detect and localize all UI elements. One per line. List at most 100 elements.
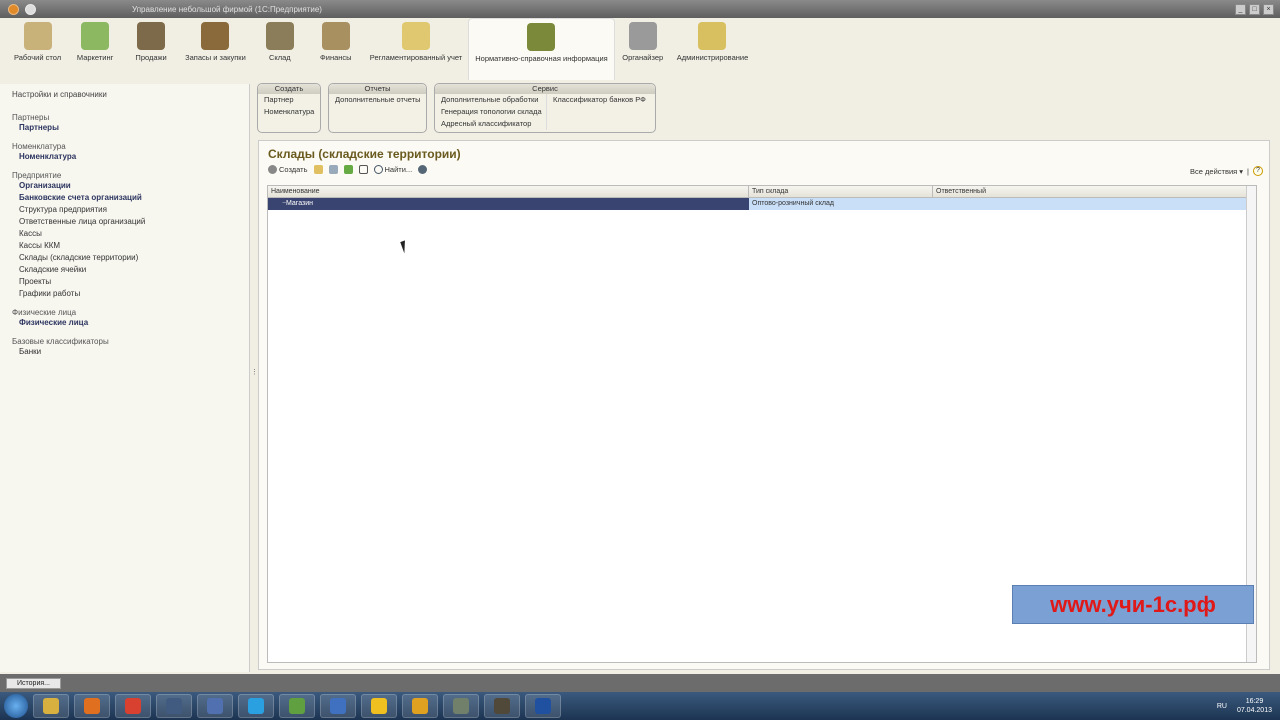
nav-item[interactable]: Банки: [12, 346, 237, 358]
nav-item[interactable]: Организации: [12, 180, 237, 192]
taskbar-app-10[interactable]: [443, 694, 479, 718]
cmd-bank-classifier[interactable]: Классификатор банков РФ: [547, 94, 646, 106]
taskbar-app-12[interactable]: [525, 694, 561, 718]
app-icon: [330, 698, 346, 714]
group-create: Создать Партнер Номенклатура: [257, 83, 321, 133]
clock[interactable]: 16:29 07.04.2013: [1237, 697, 1272, 715]
section-label: Рабочий стол: [14, 53, 62, 62]
start-button[interactable]: [4, 694, 28, 718]
section-label: Склад: [268, 53, 291, 62]
taskbar-app-11[interactable]: [484, 694, 520, 718]
minimize-button[interactable]: _: [1235, 3, 1246, 15]
section-9[interactable]: Администрирование: [671, 18, 755, 80]
close-button[interactable]: ×: [1263, 3, 1274, 15]
nav-item[interactable]: Ответственные лица организаций: [12, 216, 237, 228]
app-logo-icon[interactable]: [8, 3, 19, 15]
taskbar-app-3[interactable]: [156, 694, 192, 718]
cmd-address-classifier[interactable]: Адресный классификатор: [435, 118, 546, 130]
cmd-additional-processing[interactable]: Дополнительные обработки: [435, 94, 546, 106]
section-4[interactable]: Склад: [252, 18, 308, 80]
section-3[interactable]: Запасы и закупки: [179, 18, 252, 80]
taskbar-app-4[interactable]: [197, 694, 233, 718]
nav-group-title: Предприятие: [12, 171, 62, 180]
section-label: Администрирование: [676, 53, 749, 62]
cmd-warehouse-topology[interactable]: Генерация топологии склада: [435, 106, 546, 118]
app-icon: [248, 698, 264, 714]
menu-icon[interactable]: [25, 3, 36, 15]
time: 16:29: [1245, 698, 1264, 705]
delete-mark-icon[interactable]: [358, 165, 368, 174]
cmd-partner[interactable]: Партнер: [258, 94, 320, 106]
app-icon: [207, 698, 223, 714]
taskbar-app-6[interactable]: [279, 694, 315, 718]
nav-group-title: Базовые классификаторы: [12, 337, 109, 346]
taskbar-app-1[interactable]: [74, 694, 110, 718]
taskbar-app-5[interactable]: [238, 694, 274, 718]
group-reports: Отчеты Дополнительные отчеты: [328, 83, 427, 133]
create-folder-icon[interactable]: [313, 165, 323, 174]
section-1[interactable]: Маркетинг: [67, 18, 123, 80]
all-actions: Все действия ▾ | ?: [1190, 166, 1263, 176]
column-responsible[interactable]: Ответственный: [933, 186, 1256, 197]
nav-item[interactable]: Склады (складские территории): [12, 252, 237, 264]
find-button[interactable]: Найти...: [373, 165, 412, 174]
section-label: Продажи: [135, 53, 167, 62]
section-icon: [265, 22, 294, 50]
column-type[interactable]: Тип склада: [749, 186, 933, 197]
table-header: Наименование Тип склада Ответственный: [268, 186, 1256, 198]
cancel-search-icon[interactable]: [418, 165, 428, 174]
group-service: Сервис Дополнительные обработки Генераци…: [434, 83, 656, 133]
nav-item[interactable]: Графики работы: [12, 288, 237, 300]
splitter-handle[interactable]: ⋮: [251, 368, 258, 384]
section-icon: [402, 22, 431, 50]
status-bar: История...: [0, 674, 1280, 692]
nav-item[interactable]: Кассы: [12, 228, 237, 240]
column-name[interactable]: Наименование: [268, 186, 749, 197]
taskbar-app-9[interactable]: [402, 694, 438, 718]
cmd-nomenclature[interactable]: Номенклатура: [258, 106, 320, 118]
section-icon: [321, 22, 350, 50]
nav-item[interactable]: Кассы ККМ: [12, 240, 237, 252]
section-icon: [628, 22, 657, 50]
nav-group-title: Номенклатура: [12, 142, 66, 151]
nav-item[interactable]: Проекты: [12, 276, 237, 288]
cmd-additional-reports[interactable]: Дополнительные отчеты: [329, 94, 426, 106]
nav-item[interactable]: Партнеры: [12, 122, 237, 134]
edit-icon[interactable]: [343, 165, 353, 174]
language-indicator[interactable]: RU: [1217, 703, 1227, 710]
nav-item[interactable]: Структура предприятия: [12, 204, 237, 216]
app-icon: [84, 698, 100, 714]
section-icon: [201, 22, 230, 50]
app-icon: [371, 698, 387, 714]
nav-item[interactable]: Банковские счета организаций: [12, 192, 237, 204]
taskbar-app-0[interactable]: [33, 694, 69, 718]
section-7[interactable]: Нормативно-справочная информация: [468, 18, 615, 80]
cell-type: Оптово-розничный склад: [749, 198, 933, 210]
nav-item[interactable]: Складские ячейки: [12, 264, 237, 276]
taskbar: RU 16:29 07.04.2013: [0, 692, 1280, 720]
group-title: Отчеты: [329, 84, 426, 94]
section-8[interactable]: Органайзер: [615, 18, 671, 80]
taskbar-app-2[interactable]: [115, 694, 151, 718]
section-label: Финансы: [320, 53, 352, 62]
plus-icon: [268, 165, 277, 174]
taskbar-app-8[interactable]: [361, 694, 397, 718]
copy-icon[interactable]: [328, 165, 338, 174]
create-button[interactable]: Создать: [268, 165, 308, 174]
app-icon: [535, 698, 551, 714]
group-title: Создать: [258, 84, 320, 94]
help-icon[interactable]: ?: [1253, 166, 1263, 176]
nav-item[interactable]: Номенклатура: [12, 151, 237, 163]
maximize-button[interactable]: □: [1249, 3, 1260, 15]
section-0[interactable]: Рабочий стол: [8, 18, 67, 80]
watermark: www.учи-1с.рф: [1012, 585, 1254, 624]
all-actions-menu[interactable]: Все действия ▾: [1190, 167, 1243, 176]
history-button[interactable]: История...: [6, 677, 61, 689]
section-6[interactable]: Регламентированный учет: [364, 18, 468, 80]
section-2[interactable]: Продажи: [123, 18, 179, 80]
section-5[interactable]: Финансы: [308, 18, 364, 80]
nav-item[interactable]: Физические лица: [12, 317, 237, 329]
table-row[interactable]: − Магазин Оптово-розничный склад: [268, 198, 1256, 210]
taskbar-app-7[interactable]: [320, 694, 356, 718]
section-icon: [527, 23, 556, 51]
